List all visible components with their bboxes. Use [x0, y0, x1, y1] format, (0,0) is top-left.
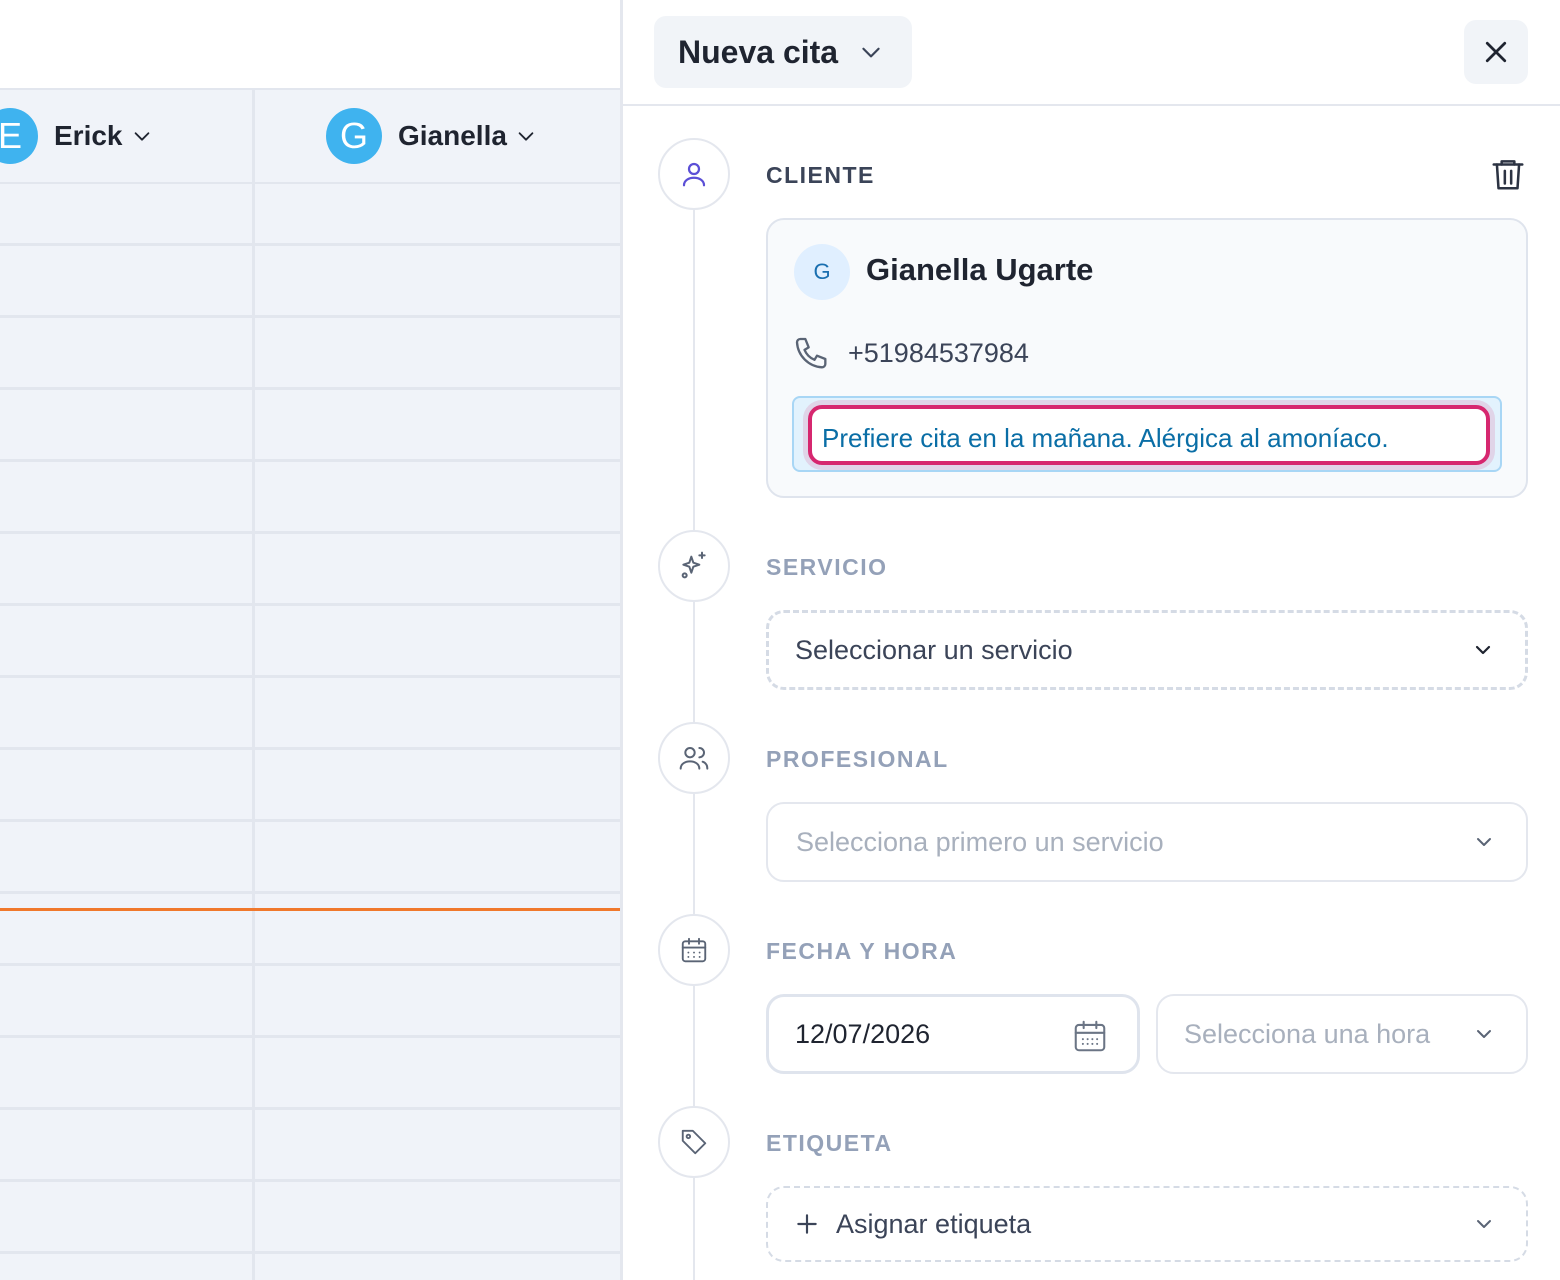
date-input-value: 12/07/2026: [795, 1018, 931, 1049]
client-card: G Gianella Ugarte +51984537984 Prefiere …: [766, 218, 1528, 498]
panel-header: Nueva cita: [623, 0, 1560, 106]
service-step-icon: [658, 530, 730, 602]
time-slot-row[interactable]: [0, 750, 620, 822]
chevron-down-icon: [1477, 838, 1491, 846]
time-slot-row[interactable]: [0, 1110, 620, 1182]
time-slot-row[interactable]: [0, 390, 620, 462]
professional-select-value: Selecciona primero un servicio: [796, 826, 1164, 857]
time-slot-row[interactable]: [0, 966, 620, 1038]
trash-icon[interactable]: [1489, 154, 1527, 194]
time-slot-row[interactable]: [0, 1182, 620, 1254]
client-phone: +51984537984: [848, 338, 1029, 368]
service-select-value: Seleccionar un servicio: [795, 634, 1073, 665]
sparkles-icon: [681, 551, 706, 579]
time-slot-row[interactable]: [0, 678, 620, 750]
staff-name: Erick: [54, 120, 123, 151]
time-select[interactable]: Selecciona una hora: [1156, 994, 1528, 1074]
current-time-indicator: [0, 908, 620, 911]
professional-select[interactable]: Selecciona primero un servicio: [766, 802, 1528, 882]
time-slot-row[interactable]: [0, 246, 620, 318]
plus-icon: [797, 1214, 817, 1234]
avatar: E: [0, 108, 38, 164]
time-select-value: Selecciona una hora: [1184, 1018, 1431, 1049]
chevron-down-icon: [1475, 645, 1491, 655]
staff-name: Gianella: [398, 120, 507, 151]
staff-column-header-gianella[interactable]: G Gianella: [326, 108, 537, 164]
client-avatar: G: [794, 244, 850, 300]
chevron-down-icon: [518, 132, 534, 141]
time-slot-row[interactable]: [0, 534, 620, 606]
users-icon: [679, 747, 709, 770]
avatar: G: [326, 108, 382, 164]
time-slot-row[interactable]: [0, 184, 620, 246]
client-note-text: Prefiere cita en la mañana. Alérgica al …: [822, 423, 1389, 453]
new-appointment-panel: Nueva cita CLIENTE G Gianella Ugarte +51…: [623, 0, 1560, 1280]
time-slot-row[interactable]: [0, 894, 620, 966]
chevron-down-icon: [134, 132, 149, 141]
close-button[interactable]: [1464, 20, 1528, 84]
date-input[interactable]: 12/07/2026: [766, 994, 1140, 1074]
phone-icon: [795, 337, 827, 369]
time-slot-row[interactable]: [0, 462, 620, 534]
service-select[interactable]: Seleccionar un servicio: [766, 610, 1528, 690]
section-label-cliente: CLIENTE: [766, 162, 875, 188]
calendar-view: E Erick G Gianella: [0, 0, 620, 1280]
section-label-etiqueta: ETIQUETA: [766, 1130, 893, 1156]
chevron-down-icon: [1477, 1220, 1491, 1228]
assign-tag-button[interactable]: Asignar etiqueta: [766, 1186, 1528, 1262]
calendar-toolbar: [0, 0, 620, 90]
column-divider: [252, 90, 255, 1280]
section-label-profesional: PROFESIONAL: [766, 746, 949, 772]
calendar-icon: [681, 937, 707, 963]
tag-icon: [681, 1129, 707, 1155]
client-name: Gianella Ugarte: [866, 252, 1094, 287]
appointment-type-dropdown[interactable]: Nueva cita: [654, 16, 912, 88]
tag-step-icon: [658, 1106, 730, 1178]
datetime-step-icon: [658, 914, 730, 986]
chevron-down-icon: [862, 47, 880, 58]
panel-title: Nueva cita: [678, 33, 839, 70]
time-slot-grid: [0, 184, 620, 1280]
time-slot-row[interactable]: [0, 1038, 620, 1110]
client-step-icon: [658, 138, 730, 210]
assign-tag-label: Asignar etiqueta: [836, 1208, 1032, 1239]
staff-column-header-erick[interactable]: E Erick: [0, 108, 153, 164]
time-slot-row[interactable]: [0, 822, 620, 894]
section-label-fecha-hora: FECHA Y HORA: [766, 938, 958, 964]
client-note-highlight: Prefiere cita en la mañana. Alérgica al …: [808, 405, 1490, 465]
time-slot-row[interactable]: [0, 1254, 620, 1280]
section-label-servicio: SERVICIO: [766, 554, 888, 580]
close-icon: [1485, 41, 1507, 63]
chevron-down-icon: [1477, 1030, 1491, 1038]
time-slot-row[interactable]: [0, 606, 620, 678]
client-note-field[interactable]: Prefiere cita en la mañana. Alérgica al …: [792, 396, 1502, 472]
professional-step-icon: [658, 722, 730, 794]
calendar-picker-icon[interactable]: [1071, 1017, 1109, 1055]
user-icon: [682, 162, 706, 187]
time-slot-row[interactable]: [0, 318, 620, 390]
